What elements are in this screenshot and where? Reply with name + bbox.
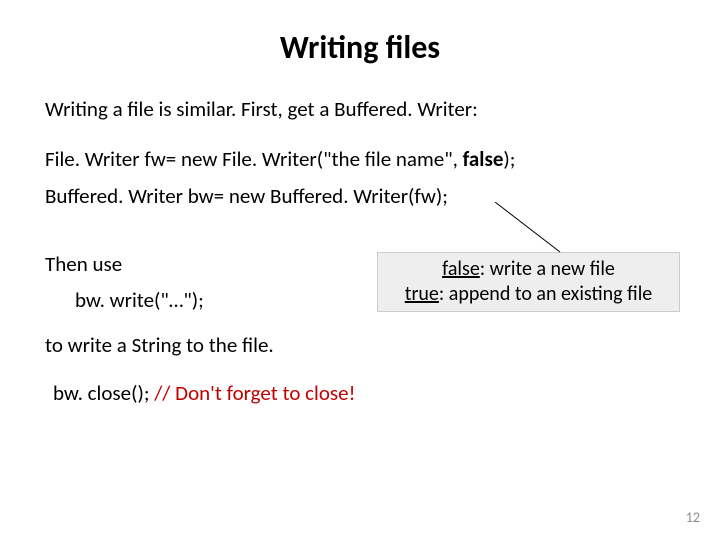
code-block: File. Writer fw= new File. Writer("the f…: [45, 145, 675, 210]
code-line-2: Buffered. Writer bw= new Buffered. Write…: [45, 182, 675, 210]
page-number: 12: [686, 509, 700, 526]
slide-title: Writing files: [45, 28, 675, 67]
callout-box: false: write a new file true: append to …: [377, 252, 680, 312]
callout-true-label: true: [405, 282, 439, 306]
code-line-1: File. Writer fw= new File. Writer("the f…: [45, 145, 675, 173]
close-code: bw. close();: [53, 380, 154, 406]
callout-true-text: : append to an existing file: [439, 282, 652, 306]
code-line-1-pre: File. Writer fw= new File. Writer("the f…: [45, 146, 463, 172]
callout-false-text: : write a new file: [480, 257, 615, 281]
close-line: bw. close(); // Don't forget to close!: [53, 379, 675, 407]
callout-false-label: false: [442, 257, 480, 281]
intro-text: Writing a file is similar. First, get a …: [45, 95, 675, 123]
to-write-text: to write a String to the file.: [45, 331, 675, 359]
callout-false-line: false: write a new file: [386, 257, 671, 282]
close-comment: // Don't forget to close!: [154, 380, 355, 406]
code-line-1-post: );: [503, 146, 515, 172]
code-line-1-bold: false: [463, 146, 504, 172]
callout-true-line: true: append to an existing file: [386, 282, 671, 307]
slide-body: Writing files Writing a file is similar.…: [0, 0, 720, 540]
arrow-line-icon: [490, 202, 580, 257]
